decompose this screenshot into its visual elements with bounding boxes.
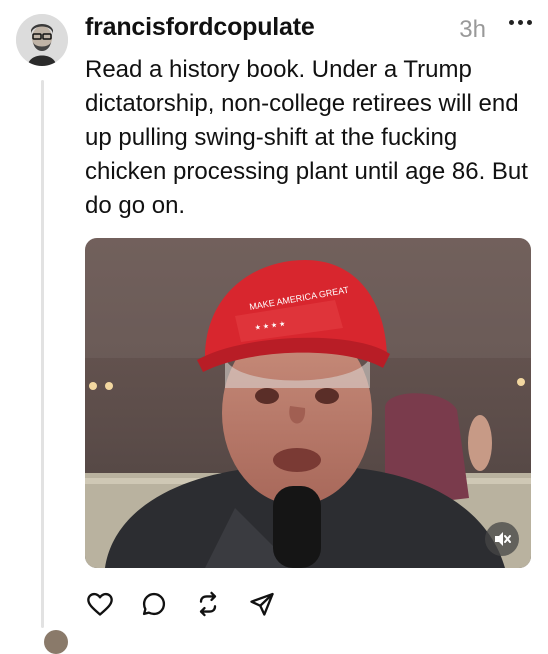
- repost-icon[interactable]: [194, 590, 222, 618]
- speaker-muted-icon[interactable]: [485, 522, 519, 556]
- post-timestamp: 3h: [459, 16, 486, 43]
- heart-icon[interactable]: [86, 590, 114, 618]
- author-avatar[interactable]: [16, 14, 68, 66]
- more-icon[interactable]: [509, 20, 532, 25]
- post-text: Read a history book. Under a Trump dicta…: [85, 56, 528, 219]
- send-icon[interactable]: [248, 590, 276, 618]
- next-post-avatar[interactable]: [44, 630, 68, 654]
- post-video[interactable]: MAKE AMERICA GREAT ★ ★ ★ ★: [85, 238, 531, 568]
- thread-line: [41, 80, 44, 628]
- comment-icon[interactable]: [140, 590, 168, 618]
- post-actions: [86, 590, 276, 618]
- author-username[interactable]: francisfordcopulate: [85, 13, 315, 42]
